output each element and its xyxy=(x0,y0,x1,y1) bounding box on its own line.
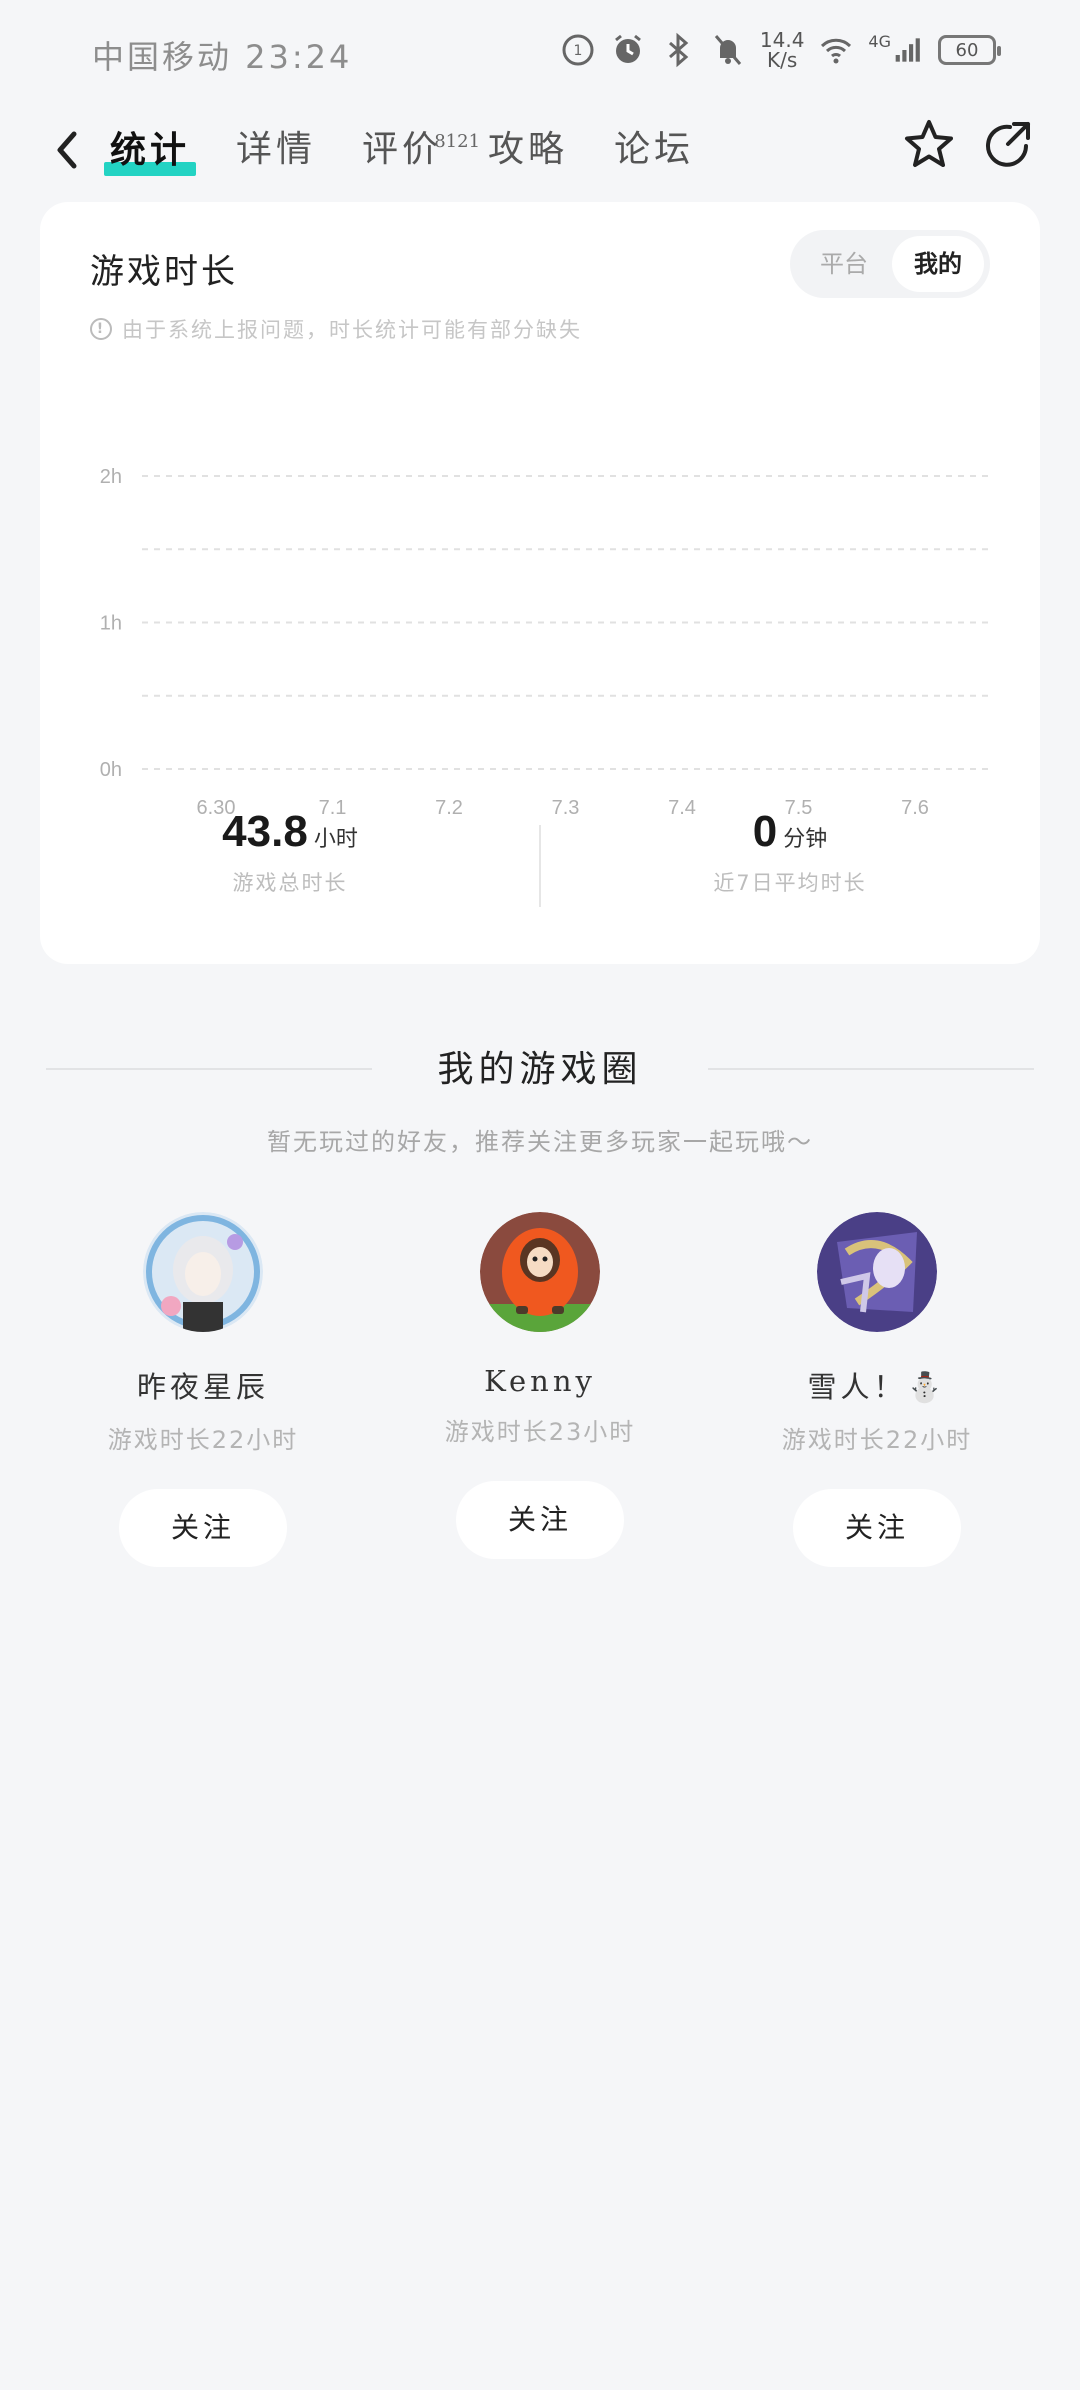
tab-reviews[interactable]: 评价 8121 xyxy=(362,120,480,180)
follow-button[interactable]: 关注 xyxy=(119,1489,287,1567)
tab-forum-label: 论坛 xyxy=(614,129,695,170)
tab-reviews-label: 评价 xyxy=(362,129,443,170)
alarm-icon xyxy=(614,34,641,63)
battery-level: 60 xyxy=(955,39,979,61)
tab-stats[interactable]: 统计 xyxy=(104,120,197,180)
back-arrow-icon[interactable] xyxy=(46,120,86,180)
net-speed-unit: K/s xyxy=(767,48,798,72)
avatar[interactable] xyxy=(480,1212,600,1332)
tab-forum[interactable]: 论坛 xyxy=(614,120,694,180)
tab-details[interactable]: 详情 xyxy=(236,120,316,180)
total-playtime-label: 游戏总时长 xyxy=(232,871,348,895)
average-playtime-value: 0 xyxy=(752,807,778,856)
wifi-icon xyxy=(821,38,852,64)
follow-button[interactable]: 关注 xyxy=(793,1489,961,1567)
tab-stats-label: 统计 xyxy=(110,129,191,171)
tab-guides[interactable]: 攻略 xyxy=(488,120,568,180)
friend-playtime: 游戏时长22小时 xyxy=(781,1426,973,1454)
avatar[interactable] xyxy=(143,1212,263,1332)
friend-playtime: 游戏时长22小时 xyxy=(107,1426,299,1454)
bluetooth-icon xyxy=(668,32,689,68)
tab-details-label: 详情 xyxy=(236,129,317,170)
review-count-badge: 8121 xyxy=(434,131,481,152)
friend-playtime: 游戏时长23小时 xyxy=(444,1418,636,1446)
notice-text: 由于系统上报问题，时长统计可能有部分缺失 xyxy=(122,318,582,342)
friend-card: 昨夜星辰 游戏时长22小时 关注 xyxy=(43,1212,363,1567)
status-bar: 中国移动 23:24 1 14.4 K/s 4G 60 xyxy=(0,0,1080,110)
mute-icon xyxy=(714,35,742,65)
info-icon: ! xyxy=(90,318,112,340)
svg-text:1: 1 xyxy=(573,43,582,59)
friend-card: 雪人！⛄ 游戏时长22小时 关注 xyxy=(717,1212,1037,1567)
net-speed: 14.4 K/s xyxy=(760,30,805,70)
follow-button[interactable]: 关注 xyxy=(456,1481,624,1559)
battery-icon: 60 xyxy=(938,35,1001,65)
average-playtime-unit: 分钟 xyxy=(783,827,828,852)
total-playtime-unit: 小时 xyxy=(313,827,358,852)
tab-guides-label: 攻略 xyxy=(488,129,569,170)
friend-name: Kenny xyxy=(484,1364,596,1398)
game-circle-subtitle: 暂无玩过的好友，推荐关注更多玩家一起玩哦～ xyxy=(267,1128,813,1156)
status-icons: 1 14.4 K/s 4G 60 xyxy=(560,30,1001,70)
game-circle-title: 我的游戏圈 xyxy=(437,1049,643,1090)
total-playtime-value: 43.8 xyxy=(222,807,308,856)
friend-card: Kenny 游戏时长23小时 关注 xyxy=(380,1212,700,1559)
network-type: 4G xyxy=(868,32,891,51)
data-notice: ! 由于系统上报问题，时长统计可能有部分缺失 xyxy=(90,314,582,344)
toggle-mine[interactable]: 我的 xyxy=(892,236,984,292)
y-tick-label: 2h xyxy=(100,466,122,488)
card-title: 游戏时长 xyxy=(90,252,238,292)
carrier-time: 中国移动 23:24 xyxy=(92,38,353,76)
average-playtime-label: 近7日平均时长 xyxy=(713,871,867,895)
source-toggle: 平台 我的 xyxy=(790,230,990,298)
friend-name: 雪人！⛄ xyxy=(807,1370,947,1404)
net-speed-value: 14.4 xyxy=(759,28,805,52)
top-nav: 统计 详情 评价 8121 攻略 论坛 xyxy=(0,110,1080,210)
avatar[interactable] xyxy=(817,1212,937,1332)
signal-icon xyxy=(895,38,920,62)
average-playtime: 0 分钟 近7日平均时长 xyxy=(540,807,1040,897)
favorite-star-icon[interactable] xyxy=(900,116,958,174)
share-icon[interactable] xyxy=(980,116,1038,174)
friend-name: 昨夜星辰 xyxy=(136,1370,269,1404)
playtime-chart: 2h1h0h6.30 7.1 7.2 7.3 7.4 7.5 7.6 xyxy=(100,466,992,819)
playtime-card: 游戏时长 平台 我的 ! 由于系统上报问题，时长统计可能有部分缺失 2h 1h 0h… xyxy=(40,202,1040,964)
total-playtime: 43.8 小时 游戏总时长 xyxy=(40,807,540,897)
tab-bar: 统计 详情 评价 8121 攻略 论坛 xyxy=(104,120,694,180)
toggle-platform[interactable]: 平台 xyxy=(798,236,890,292)
y-tick-label: 0h xyxy=(100,759,122,781)
playtime-stats: 43.8 小时 游戏总时长 0 分钟 近7日平均时长 xyxy=(40,807,1040,907)
hd-call-icon: 1 xyxy=(562,34,594,66)
y-tick-label: 1h xyxy=(100,613,122,635)
